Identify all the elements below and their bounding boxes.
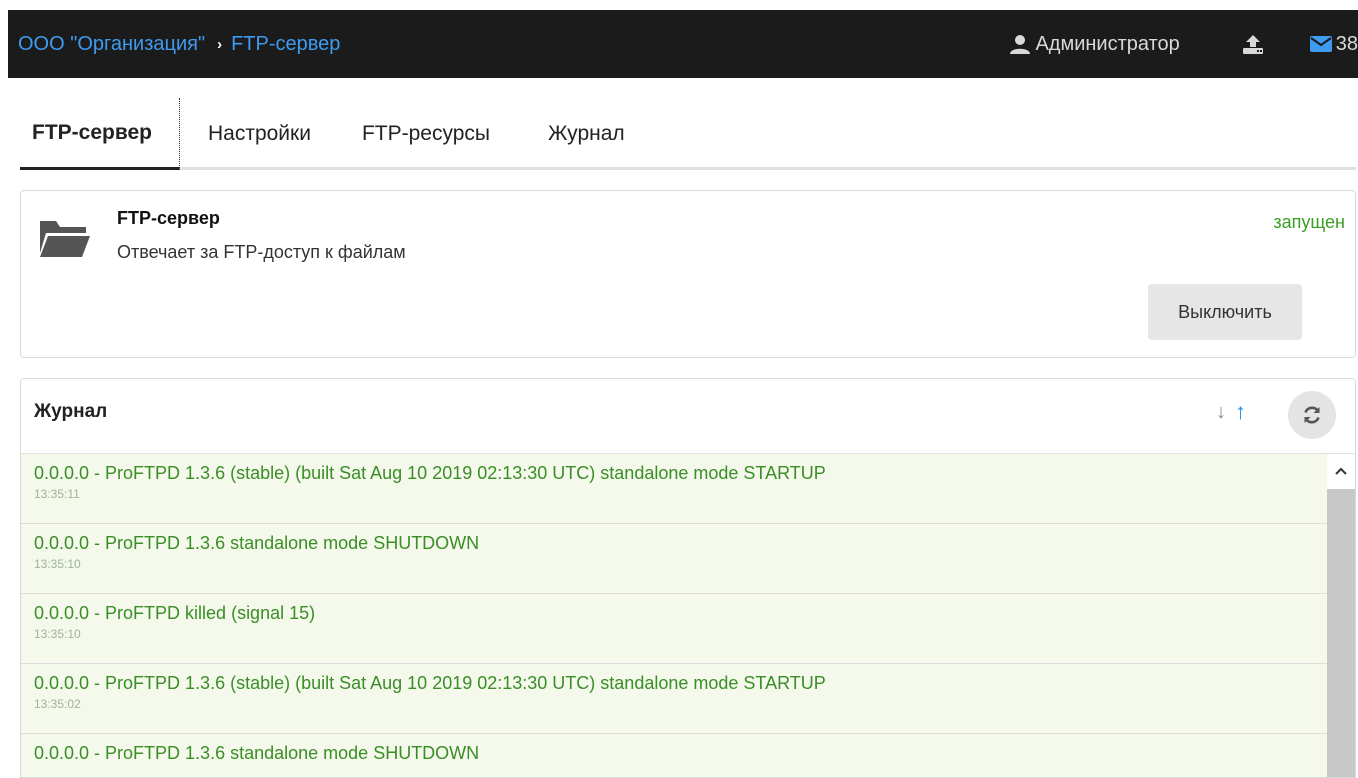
service-card: FTP-сервер Отвечает за FTP-доступ к файл… — [20, 190, 1356, 358]
log-header: Журнал ↓ ↑ — [21, 379, 1355, 454]
folder-open-icon — [40, 221, 90, 257]
breadcrumb-ftp-server[interactable]: FTP-сервер — [231, 33, 340, 56]
user-name: Администратор — [1035, 32, 1180, 55]
log-message: 0.0.0.0 - ProFTPD 1.3.6 (stable) (built … — [34, 673, 826, 693]
breadcrumb-separator: › — [217, 35, 223, 53]
breadcrumb-organization[interactable]: ООО "Организация" — [18, 33, 205, 56]
service-status: запущен — [1273, 212, 1345, 232]
breadcrumb: ООО "Организация" › FTP-сервер — [8, 33, 340, 56]
envelope-icon — [1309, 36, 1332, 52]
log-entry: 0.0.0.0 - ProFTPD 1.3.6 standalone mode … — [21, 734, 1327, 777]
log-time: 13:35:10 — [34, 627, 81, 641]
scrollbar-thumb[interactable] — [1327, 489, 1355, 777]
tab-settings[interactable]: Настройки — [208, 98, 311, 169]
mail-count: 38 — [1335, 32, 1358, 55]
log-message: 0.0.0.0 - ProFTPD 1.3.6 standalone mode … — [34, 533, 480, 553]
top-right-controls: Администратор 38 — [1009, 10, 1358, 78]
sort-up-icon[interactable]: ↑ — [1235, 399, 1246, 425]
service-title: FTP-сервер — [117, 208, 220, 228]
log-entry: 0.0.0.0 - ProFTPD 1.3.6 standalone mode … — [21, 524, 1327, 594]
chevron-up-icon — [1335, 467, 1347, 475]
upload-button[interactable] — [1242, 34, 1264, 54]
log-title: Журнал — [34, 401, 108, 422]
top-bar: ООО "Организация" › FTP-сервер Администр… — [8, 10, 1358, 78]
log-message: 0.0.0.0 - ProFTPD 1.3.6 standalone mode … — [34, 743, 480, 763]
log-panel: Журнал ↓ ↑ 0.0.0.0 - ProFTPD 1.3.6 (stab… — [20, 378, 1356, 778]
sort-down-icon[interactable]: ↓ — [1216, 401, 1226, 424]
tab-ftp-resources[interactable]: FTP-ресурсы — [362, 98, 490, 169]
scroll-up-button[interactable] — [1327, 459, 1355, 483]
refresh-icon — [1304, 406, 1320, 424]
disable-button[interactable]: Выключить — [1148, 284, 1302, 340]
user-icon — [1010, 35, 1031, 54]
messages-button[interactable]: 38 — [1309, 32, 1358, 56]
tab-journal[interactable]: Журнал — [548, 98, 625, 169]
log-message: 0.0.0.0 - ProFTPD 1.3.6 (stable) (built … — [34, 463, 826, 483]
log-entry: 0.0.0.0 - ProFTPD killed (signal 15) 13:… — [21, 594, 1327, 664]
service-description: Отвечает за FTP-доступ к файлам — [117, 242, 406, 262]
log-time: 13:35:11 — [34, 487, 80, 501]
tab-ftp-server[interactable]: FTP-сервер — [20, 98, 180, 170]
log-time: 13:35:02 — [34, 697, 81, 711]
refresh-button[interactable] — [1288, 391, 1336, 439]
log-message: 0.0.0.0 - ProFTPD killed (signal 15) — [34, 603, 316, 623]
log-list: 0.0.0.0 - ProFTPD 1.3.6 (stable) (built … — [21, 454, 1327, 777]
user-menu[interactable]: Администратор — [1009, 32, 1180, 56]
log-entry: 0.0.0.0 - ProFTPD 1.3.6 (stable) (built … — [21, 664, 1327, 734]
tab-bar: FTP-сервер Настройки FTP-ресурсы Журнал — [20, 98, 1356, 170]
log-entry: 0.0.0.0 - ProFTPD 1.3.6 (stable) (built … — [21, 454, 1327, 524]
upload-icon — [1242, 35, 1263, 54]
log-time: 13:35:10 — [34, 557, 81, 571]
